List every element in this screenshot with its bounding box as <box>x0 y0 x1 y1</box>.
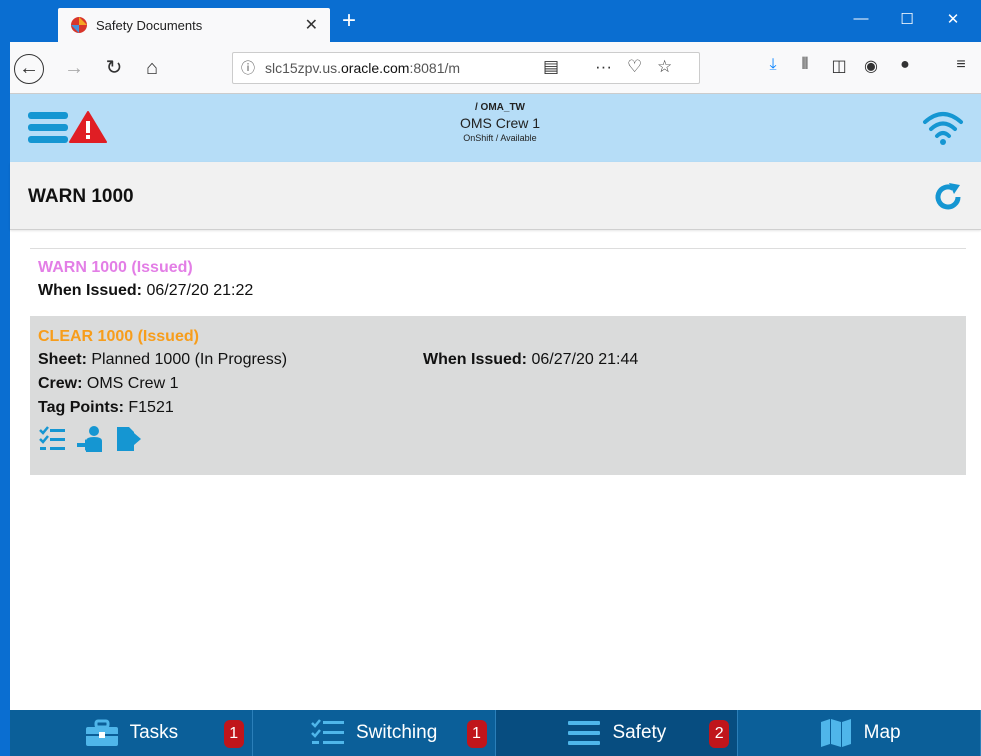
account-icon[interactable]: ◉ <box>860 56 882 76</box>
page-actions-icon[interactable]: ··· <box>595 57 612 77</box>
minimize-icon[interactable]: — <box>846 10 876 27</box>
app-header: / OMA_TW OMS Crew 1 OnShift / Available <box>10 94 981 162</box>
bookmark-star-icon[interactable]: ☆ <box>657 57 672 77</box>
url-suffix: :8081/m <box>409 60 461 76</box>
browser-tab[interactable]: Safety Documents ✕ <box>58 8 330 42</box>
header-status: OnShift / Available <box>463 133 537 143</box>
crew-label: Crew: <box>38 375 83 392</box>
crew-row: Crew: OMS Crew 1 <box>38 373 958 395</box>
warn-document-title[interactable]: WARN 1000 (Issued) <box>38 259 958 277</box>
url-bar[interactable]: ⓘ slc15zpv.us. oracle.com:8081/m ▤ ··· ♡ … <box>232 52 700 84</box>
forward-button[interactable]: → <box>60 54 88 82</box>
download-icon[interactable]: ⤓ <box>762 56 784 74</box>
tab-tasks-label: Tasks <box>129 722 179 743</box>
tab-switching[interactable]: Switching 1 <box>253 710 496 756</box>
document-actions <box>38 425 958 453</box>
header-path: / OMA_TW <box>475 102 525 113</box>
warning-icon[interactable] <box>68 110 108 144</box>
when-issued-value: 06/27/20 21:44 <box>531 351 639 368</box>
sheet-field: Sheet: Planned 1000 (In Progress) <box>38 349 423 371</box>
checklist-icon <box>311 719 344 744</box>
tab-map-label: Map <box>863 722 901 743</box>
crew-value: OMS Crew 1 <box>86 375 179 392</box>
document-list: WARN 1000 (Issued) When Issued: 06/27/20… <box>30 248 966 475</box>
extension-icon[interactable]: ● <box>894 56 916 74</box>
tag-points-row: Tag Points: F1521 <box>38 397 958 419</box>
file-export-icon[interactable] <box>114 425 142 453</box>
library-icon[interactable]: ⫴ <box>794 56 816 74</box>
when-issued-label: When Issued: <box>38 282 143 299</box>
reader-view-icon[interactable]: ▤ <box>543 57 559 77</box>
crew-info: / OMA_TW OMS Crew 1 OnShift / Available <box>390 102 610 143</box>
url-host: oracle.com <box>341 60 410 76</box>
checklist-icon[interactable] <box>38 425 66 453</box>
tab-map[interactable]: Map <box>738 710 981 756</box>
reload-button[interactable]: ↻ <box>100 54 128 82</box>
when-issued-label: When Issued: <box>423 351 528 368</box>
browser-nav-bar: ← → ↻ ⌂ ⓘ slc15zpv.us. oracle.com:8081/m … <box>10 42 981 94</box>
clear-when-issued: When Issued: 06/27/20 21:44 <box>423 349 638 371</box>
refresh-icon[interactable] <box>933 182 963 212</box>
when-issued-value: 06/27/20 21:22 <box>146 282 254 299</box>
maximize-icon[interactable]: ☐ <box>892 10 922 28</box>
toolbox-icon <box>85 719 118 746</box>
sheet-value: Planned 1000 (In Progress) <box>91 351 288 368</box>
bottom-nav: Tasks 1 Switching 1 Safety 2 Map <box>10 710 981 756</box>
browser-window: Safety Documents ✕ + — ☐ ✕ ← → ↻ ⌂ ⓘ slc… <box>0 0 981 756</box>
url-prefix: slc15zpv.us. <box>265 60 341 76</box>
safety-count-badge: 2 <box>709 720 730 748</box>
tab-switching-label: Switching <box>355 722 438 743</box>
tag-points-label: Tag Points: <box>38 399 124 416</box>
map-icon <box>820 719 851 747</box>
close-tab-icon[interactable]: ✕ <box>305 15 318 35</box>
crew-assign-icon[interactable] <box>76 425 104 453</box>
new-tab-button[interactable]: + <box>334 8 364 36</box>
header-crew: OMS Crew 1 <box>459 115 541 131</box>
browser-tab-title: Safety Documents <box>96 17 203 33</box>
tab-safety[interactable]: Safety 2 <box>495 710 739 756</box>
list-icon <box>568 721 601 745</box>
browser-tab-strip: Safety Documents ✕ + — ☐ ✕ <box>10 0 981 42</box>
info-icon[interactable]: ⓘ <box>241 58 255 78</box>
page-title: WARN 1000 <box>28 186 134 207</box>
warn-when-issued: When Issued: 06/27/20 21:22 <box>38 280 958 302</box>
tab-tasks[interactable]: Tasks 1 <box>10 710 253 756</box>
sidebar-icon[interactable]: ◫ <box>828 56 850 76</box>
hamburger-menu-icon[interactable] <box>28 112 68 146</box>
clear-document-title[interactable]: CLEAR 1000 (Issued) <box>38 328 958 346</box>
favicon-icon <box>71 17 87 33</box>
sheet-label: Sheet: <box>38 351 87 368</box>
wifi-icon[interactable] <box>921 108 965 148</box>
tasks-count-badge: 1 <box>223 720 244 748</box>
tag-points-value: F1521 <box>128 399 174 416</box>
home-button[interactable]: ⌂ <box>138 54 166 82</box>
close-window-icon[interactable]: ✕ <box>938 10 968 28</box>
page-title-bar: WARN 1000 <box>10 162 981 230</box>
pocket-icon[interactable]: ♡ <box>627 57 642 77</box>
tab-safety-label: Safety <box>612 722 667 743</box>
menu-icon[interactable]: ≡ <box>950 56 972 74</box>
switching-count-badge: 1 <box>466 720 487 748</box>
clear-document-card[interactable]: CLEAR 1000 (Issued) Sheet: Planned 1000 … <box>30 316 966 475</box>
back-button[interactable]: ← <box>14 54 44 84</box>
warn-document-card[interactable]: WARN 1000 (Issued) When Issued: 06/27/20… <box>30 249 966 312</box>
sheet-row: Sheet: Planned 1000 (In Progress) When I… <box>38 349 958 371</box>
